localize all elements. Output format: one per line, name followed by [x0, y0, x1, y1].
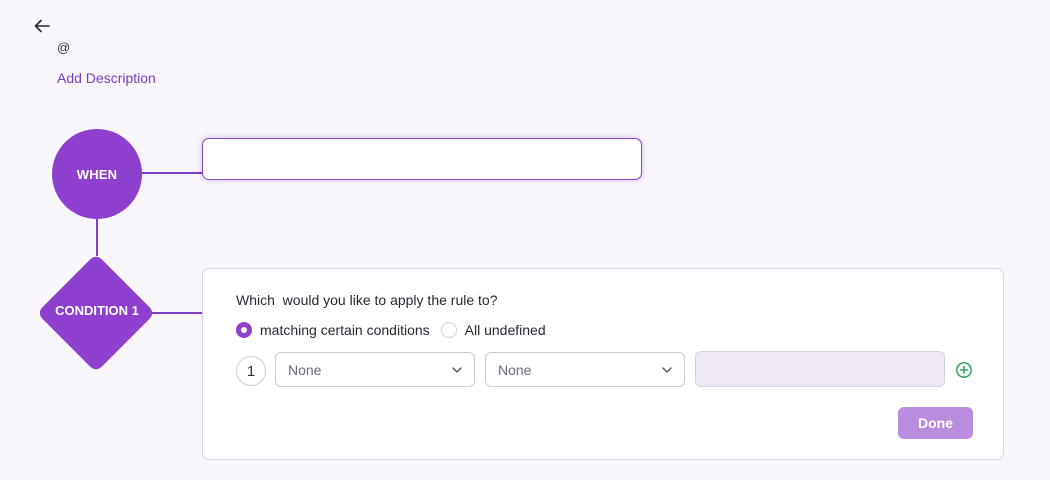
back-button[interactable]	[31, 15, 53, 37]
condition-card: Which would you like to apply the rule t…	[202, 268, 1004, 460]
radio-label: All undefined	[464, 322, 546, 338]
condition-scope-radio-group: matching certain conditions All undefine…	[236, 322, 546, 338]
operator-select-value: None	[498, 361, 532, 378]
rule-editor: @ Add Description WHEN CONDITION 1 Which…	[0, 0, 1050, 480]
condition-row-number: 1	[236, 356, 266, 386]
chevron-down-icon	[662, 366, 672, 373]
radio-label: matching certain conditions	[260, 322, 430, 338]
condition-value-input[interactable]	[695, 351, 945, 387]
condition-question: Which would you like to apply the rule t…	[236, 292, 498, 308]
condition-connector	[152, 312, 202, 314]
add-condition-icon[interactable]	[955, 361, 973, 379]
radio-all-undefined[interactable]: All undefined	[440, 322, 546, 338]
when-connector	[140, 172, 202, 174]
field-select[interactable]: None	[275, 352, 475, 387]
vertical-connector	[96, 216, 98, 256]
when-node: WHEN	[52, 129, 142, 219]
condition-node-label: CONDITION 1	[55, 303, 139, 318]
field-select-value: None	[288, 361, 322, 378]
radio-checked-icon	[236, 322, 252, 338]
radio-unchecked-icon	[440, 322, 457, 338]
chevron-down-icon	[452, 366, 462, 373]
add-description-link[interactable]: Add Description	[57, 70, 156, 86]
when-node-label: WHEN	[76, 166, 118, 182]
when-trigger-input[interactable]	[202, 138, 642, 180]
done-button[interactable]: Done	[898, 407, 973, 439]
rule-name: @	[57, 40, 71, 55]
arrow-left-icon	[34, 19, 50, 33]
operator-select[interactable]: None	[485, 352, 685, 387]
radio-matching-conditions[interactable]: matching certain conditions	[236, 322, 430, 338]
